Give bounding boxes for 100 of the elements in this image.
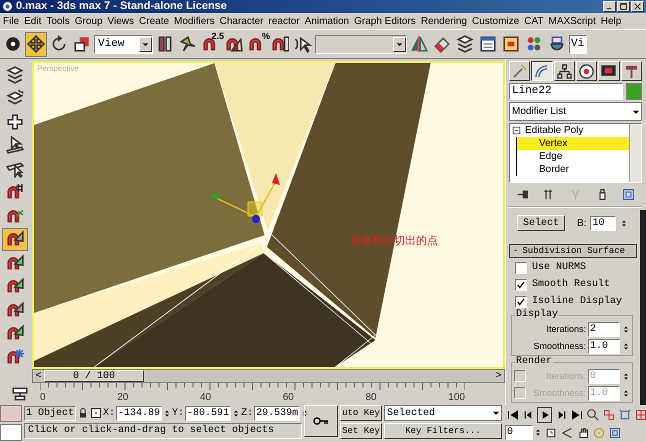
zoom-button[interactable] bbox=[585, 406, 600, 422]
select-object-icon bbox=[4, 35, 22, 53]
number-field[interactable]: 1.0 bbox=[588, 338, 620, 354]
app-icon bbox=[2, 1, 13, 12]
lock-button[interactable] bbox=[77, 406, 89, 420]
close-icon bbox=[633, 2, 642, 11]
pan-icon bbox=[576, 426, 588, 438]
close-button[interactable] bbox=[631, 1, 644, 12]
checkbox-label: Isoline Display bbox=[532, 296, 622, 307]
object-name-field[interactable]: Line22 bbox=[509, 83, 623, 100]
maximize-viewport-icon bbox=[608, 426, 620, 438]
set-key-mode-button[interactable]: Set Key bbox=[340, 423, 382, 439]
monitor-tab[interactable] bbox=[598, 61, 620, 81]
curve-editor-icon bbox=[479, 35, 497, 53]
number-field[interactable]: 10 bbox=[590, 216, 616, 230]
menu-item[interactable]: CAT bbox=[524, 16, 544, 26]
zoom-extents-all-icon bbox=[634, 408, 646, 420]
time-slider[interactable]: < 0 / 100 > bbox=[32, 369, 505, 384]
minimize-button[interactable] bbox=[603, 1, 616, 12]
color-swatch[interactable] bbox=[0, 424, 22, 441]
menu-item[interactable]: Create bbox=[139, 16, 170, 26]
play-button[interactable] bbox=[537, 406, 552, 422]
stack-item[interactable]: Editable Poly bbox=[510, 124, 629, 137]
zoom-extents-button[interactable] bbox=[617, 406, 632, 422]
wheel-tab[interactable] bbox=[576, 61, 598, 81]
group-title: Display bbox=[515, 309, 560, 320]
time-slider-thumb[interactable]: 0 / 100 bbox=[44, 370, 144, 382]
magnet-icon bbox=[6, 183, 24, 202]
previous-frame-button[interactable]: < bbox=[33, 370, 44, 382]
track-bar-icon bbox=[11, 384, 29, 403]
coordinate-field[interactable]: -80.591 bbox=[185, 406, 232, 420]
dropdown[interactable] bbox=[315, 34, 407, 54]
curve-icon bbox=[534, 64, 550, 78]
axis-label: X: bbox=[103, 408, 116, 418]
spinner-snap-icon bbox=[271, 35, 289, 53]
absolute-mode-icon bbox=[90, 407, 102, 419]
curve-tab[interactable] bbox=[531, 61, 553, 81]
menu-item[interactable]: Character bbox=[220, 16, 264, 26]
zoom-icon bbox=[586, 408, 598, 420]
menu-item[interactable]: MAXScript bbox=[548, 16, 596, 26]
coordinate-field[interactable]: 29.539m bbox=[254, 406, 300, 420]
maximize-icon bbox=[619, 2, 628, 11]
magnet-icon bbox=[6, 348, 24, 366]
dropdown[interactable]: View bbox=[94, 34, 153, 54]
snap-button[interactable]: 2.5 bbox=[200, 32, 222, 56]
magnet-button[interactable] bbox=[2, 228, 28, 251]
rollout-header[interactable]: - Subdivision Surface bbox=[509, 244, 637, 258]
cursor-icon bbox=[6, 160, 24, 178]
monitor-icon bbox=[601, 64, 616, 78]
select-button[interactable]: Select bbox=[517, 215, 565, 231]
orbit-icon bbox=[592, 426, 604, 438]
auto-key-button[interactable]: uto Key bbox=[340, 405, 382, 421]
dropdown[interactable]: Vi bbox=[569, 34, 587, 54]
menu-item[interactable]: Graph Editors bbox=[354, 16, 416, 26]
move-icon bbox=[27, 35, 45, 53]
menu-item[interactable]: Views bbox=[108, 16, 134, 26]
move-button[interactable] bbox=[25, 32, 47, 56]
menu-item[interactable]: Help bbox=[600, 16, 622, 26]
wand-tab[interactable] bbox=[509, 61, 530, 81]
current-frame-field[interactable]: 0 bbox=[505, 425, 533, 440]
hammer-tab[interactable] bbox=[620, 61, 642, 81]
scrollbar[interactable] bbox=[629, 124, 641, 182]
modifier-list-dropdown[interactable]: Modifier List bbox=[509, 102, 642, 121]
menu-item[interactable]: Rendering bbox=[420, 16, 467, 26]
magnet-icon bbox=[6, 254, 24, 272]
menu-item[interactable]: Customize bbox=[472, 16, 520, 26]
maximize-button[interactable] bbox=[617, 1, 630, 12]
set-key-button[interactable] bbox=[304, 405, 338, 437]
color-swatch[interactable] bbox=[0, 405, 22, 422]
checkbox[interactable] bbox=[515, 278, 527, 290]
absolute-mode-button[interactable] bbox=[90, 406, 102, 420]
time-ruler[interactable]: 0 20 40 60 80 100 bbox=[40, 383, 465, 404]
field-label: Iterations: bbox=[546, 324, 586, 334]
manipulate-icon bbox=[179, 35, 197, 53]
object-color-swatch[interactable] bbox=[626, 83, 642, 100]
key-filters-button[interactable]: Key Filters... bbox=[384, 423, 502, 439]
frame-label: 20 bbox=[117, 392, 128, 404]
collapse-icon[interactable] bbox=[512, 126, 521, 135]
layers-icon bbox=[6, 89, 24, 108]
hierarchy-tab[interactable] bbox=[554, 61, 575, 81]
menu-item[interactable]: Animation bbox=[304, 16, 350, 26]
magnet-icon bbox=[6, 230, 24, 248]
menu-item[interactable]: reactor bbox=[268, 16, 300, 26]
key-mode-dropdown[interactable]: Selected bbox=[384, 405, 502, 421]
coordinate-field[interactable]: -134.89 bbox=[116, 406, 162, 420]
number-field[interactable]: 2 bbox=[588, 322, 620, 336]
menu-item[interactable]: Modifiers bbox=[174, 16, 215, 26]
checkbox[interactable] bbox=[515, 296, 527, 308]
zoom-extents-icon bbox=[618, 408, 630, 420]
time-configuration-icon bbox=[544, 426, 556, 438]
menu-item[interactable]: Tools bbox=[46, 16, 70, 26]
stack-item[interactable]: Vertex bbox=[516, 137, 629, 150]
menu-item[interactable]: File bbox=[3, 16, 20, 26]
menu-item[interactable]: Edit bbox=[24, 16, 42, 26]
mirror-icon bbox=[410, 35, 428, 53]
checkbox[interactable] bbox=[515, 262, 527, 274]
snap-button[interactable]: % bbox=[246, 32, 268, 56]
next-frame-button[interactable]: > bbox=[493, 370, 504, 382]
magnet-icon bbox=[6, 324, 24, 342]
menu-item[interactable]: Group bbox=[74, 16, 103, 26]
